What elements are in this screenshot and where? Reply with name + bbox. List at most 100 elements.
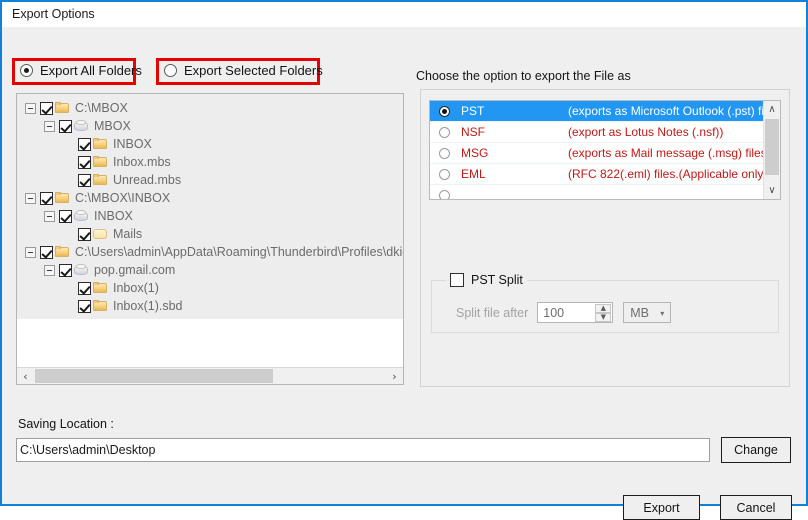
tree-node-checkbox[interactable]: [59, 119, 72, 133]
tree-node[interactable]: Inbox.mbs: [17, 153, 403, 171]
mailbox-stack-icon: [74, 210, 89, 222]
split-size-value: 100: [543, 305, 565, 320]
format-vscroll-thumb[interactable]: [765, 119, 779, 175]
saving-location-label: Saving Location :: [18, 417, 114, 431]
export-format-name: MSG: [461, 146, 489, 160]
radio-export-all-folders-label: Export All Folders: [40, 63, 142, 78]
radio-export-selected-folders-dot[interactable]: [164, 64, 177, 77]
radio-export-all-folders-dot[interactable]: [20, 64, 33, 77]
cancel-button[interactable]: Cancel: [720, 495, 792, 520]
title-bar: Export Options: [2, 2, 806, 27]
scroll-right-arrow-icon[interactable]: ›: [386, 368, 403, 384]
pst-split-checkbox-row[interactable]: PST Split: [446, 273, 527, 287]
folder-icon: [93, 156, 108, 168]
tree-node[interactable]: INBOX: [17, 207, 403, 225]
split-unit-dropdown[interactable]: MB ▾: [623, 302, 672, 323]
tree-expander-spacer: [63, 175, 74, 186]
tree-node[interactable]: Inbox(1).sbd: [17, 297, 403, 315]
pst-split-checkbox[interactable]: [450, 273, 464, 287]
collapse-minus-icon[interactable]: [25, 192, 36, 204]
saving-location-value: C:\Users\admin\Desktop: [20, 443, 156, 457]
tree-node-label: Mails: [113, 227, 143, 241]
tree-hscroll-thumb[interactable]: [35, 369, 273, 383]
export-format-option[interactable]: PST (exports as Microsoft Outlook (.pst) …: [430, 101, 780, 122]
radio-export-selected-folders[interactable]: Export Selected Folders: [164, 63, 323, 78]
tree-node-label: pop.gmail.com: [94, 263, 176, 277]
chevron-down-icon: ▾: [660, 309, 665, 318]
tree-horizontal-scrollbar[interactable]: ‹ ›: [17, 367, 403, 384]
folder-tree-panel[interactable]: C:\MBOX MBOX INBOX Inbox.mbs Unread.mbs C:\MB…: [16, 93, 404, 385]
tree-node[interactable]: Inbox(1): [17, 279, 403, 297]
tree-node[interactable]: MBOX: [17, 117, 403, 135]
stepper-down-icon[interactable]: ▼: [595, 313, 612, 322]
split-size-stepper-buttons[interactable]: ▲ ▼: [595, 304, 612, 322]
tree-node[interactable]: Mails: [17, 225, 403, 243]
split-size-stepper[interactable]: 100 ▲ ▼: [537, 302, 614, 323]
export-format-option[interactable]: MSG (exports as Mail message (.msg) files…: [430, 143, 774, 164]
tree-node-label: C:\MBOX: [75, 101, 128, 115]
collapse-minus-icon[interactable]: [44, 210, 55, 222]
tree-node-label: C:\Users\admin\AppData\Roaming\Thunderbi…: [75, 245, 403, 259]
tree-node-checkbox[interactable]: [78, 227, 91, 241]
stepper-up-icon[interactable]: ▲: [595, 304, 612, 313]
export-format-name: PST: [461, 104, 485, 118]
split-unit-value: MB: [630, 305, 650, 320]
dialog-client-area: Export All Folders Export Selected Folde…: [2, 27, 806, 520]
export-format-radio[interactable]: [439, 168, 450, 180]
export-format-radio[interactable]: [439, 147, 450, 159]
folder-icon: [93, 300, 108, 312]
collapse-minus-icon[interactable]: [25, 246, 36, 258]
export-button[interactable]: Export: [623, 495, 700, 520]
format-vertical-scrollbar[interactable]: ∧ ∨: [763, 101, 780, 199]
scroll-down-arrow-icon[interactable]: ∨: [764, 182, 780, 199]
pst-split-settings-row: Split file after 100 ▲ ▼ MB ▾: [456, 302, 672, 323]
export-format-radio[interactable]: [439, 189, 450, 199]
tree-node[interactable]: pop.gmail.com: [17, 261, 403, 279]
export-format-radio[interactable]: [439, 105, 450, 117]
tree-node-label: Inbox.mbs: [113, 155, 171, 169]
export-format-description: (RFC 822(.eml) files.(Applicable only fo…: [568, 167, 781, 181]
export-format-description: (exports as Mail message (.msg) files.): [568, 146, 775, 160]
folder-icon: [55, 246, 70, 258]
tree-node-checkbox[interactable]: [40, 101, 53, 115]
export-format-option[interactable]: EML (RFC 822(.eml) files.(Applicable only…: [430, 164, 780, 185]
tree-expander-spacer: [63, 157, 74, 168]
scroll-up-arrow-icon[interactable]: ∧: [764, 101, 780, 118]
tree-expander-spacer: [63, 301, 74, 312]
tree-node-label: Inbox(1).sbd: [113, 299, 183, 313]
mails-icon: [93, 228, 108, 240]
collapse-minus-icon[interactable]: [25, 102, 36, 114]
tree-node-checkbox[interactable]: [78, 299, 91, 313]
tree-node[interactable]: C:\MBOX\INBOX: [17, 189, 403, 207]
tree-node[interactable]: C:\Users\admin\AppData\Roaming\Thunderbi…: [17, 243, 403, 261]
change-button[interactable]: Change: [721, 437, 791, 463]
tree-node-checkbox[interactable]: [40, 191, 53, 205]
export-format-list[interactable]: PST (exports as Microsoft Outlook (.pst) …: [429, 100, 781, 200]
tree-node[interactable]: Unread.mbs: [17, 171, 403, 189]
tree-node-checkbox[interactable]: [40, 245, 53, 259]
collapse-minus-icon[interactable]: [44, 264, 55, 276]
export-format-option[interactable]: NSF (export as Lotus Notes (.nsf)): [430, 122, 763, 143]
collapse-minus-icon[interactable]: [44, 120, 55, 132]
export-format-name: NSF: [461, 125, 485, 139]
export-format-option-partial[interactable]: [430, 185, 763, 199]
tree-node-label: INBOX: [113, 137, 152, 151]
mailbox-stack-icon: [74, 120, 89, 132]
tree-node-checkbox[interactable]: [78, 173, 91, 187]
tree-node-checkbox[interactable]: [59, 209, 72, 223]
folder-tree-list: C:\MBOX MBOX INBOX Inbox.mbs Unread.mbs C:\MB…: [17, 94, 403, 319]
tree-node-label: Inbox(1): [113, 281, 159, 295]
tree-node[interactable]: INBOX: [17, 135, 403, 153]
tree-node-checkbox[interactable]: [59, 263, 72, 277]
tree-node-label: INBOX: [94, 209, 133, 223]
mailbox-stack-icon: [74, 264, 89, 276]
scroll-left-arrow-icon[interactable]: ‹: [17, 368, 34, 384]
tree-node-checkbox[interactable]: [78, 137, 91, 151]
tree-node-checkbox[interactable]: [78, 281, 91, 295]
tree-node[interactable]: C:\MBOX: [17, 99, 403, 117]
radio-export-all-folders[interactable]: Export All Folders: [20, 63, 142, 78]
export-format-radio[interactable]: [439, 126, 450, 138]
saving-location-input[interactable]: C:\Users\admin\Desktop: [16, 438, 710, 462]
tree-node-checkbox[interactable]: [78, 155, 91, 169]
export-options-dialog: Export Options Export All Folders Export…: [0, 0, 808, 520]
